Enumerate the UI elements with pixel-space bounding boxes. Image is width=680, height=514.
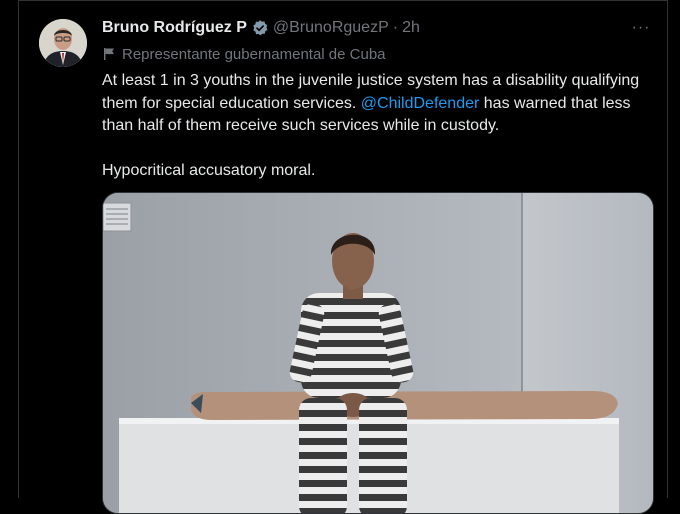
tweet-media-image[interactable] bbox=[102, 192, 654, 514]
tweet-paragraph-2: Hypocritical accusatory moral. bbox=[102, 161, 316, 179]
tweet-body: At least 1 in 3 youths in the juvenile j… bbox=[102, 70, 662, 182]
flag-icon bbox=[102, 47, 116, 61]
tweet-timestamp[interactable]: 2h bbox=[402, 19, 420, 37]
more-options-icon[interactable]: ··· bbox=[630, 19, 652, 39]
tweet-paragraph-1: At least 1 in 3 youths in the juvenile j… bbox=[102, 70, 662, 138]
affiliation-text: Representante gubernamental de Cuba bbox=[122, 45, 386, 63]
author-handle[interactable]: @BrunoRguezP bbox=[273, 19, 389, 37]
author-name[interactable]: Bruno Rodríguez P bbox=[102, 19, 247, 37]
detention-cell-photo bbox=[103, 193, 653, 513]
author-avatar[interactable] bbox=[39, 19, 87, 67]
tweet-header: Bruno Rodríguez P @BrunoRguezP · 2h bbox=[102, 17, 420, 39]
verified-badge-icon[interactable] bbox=[251, 19, 269, 37]
meta-separator: · bbox=[392, 19, 399, 36]
avatar-image bbox=[39, 19, 87, 67]
government-affiliation-label[interactable]: Representante gubernamental de Cuba bbox=[102, 44, 386, 64]
mention-link[interactable]: @ChildDefender bbox=[361, 95, 480, 112]
